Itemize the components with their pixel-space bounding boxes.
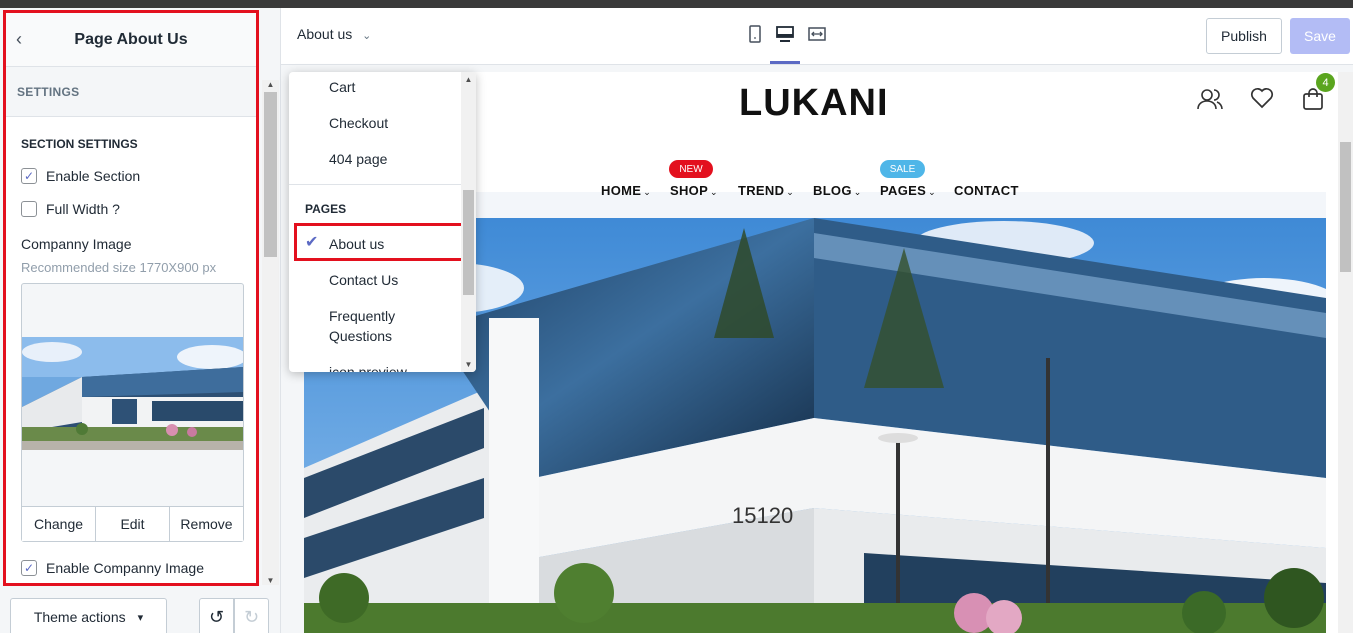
window-top-strip bbox=[0, 0, 1353, 8]
undo-icon: ↺ bbox=[208, 606, 225, 627]
enable-section-checkbox[interactable]: ✓ Enable Section bbox=[6, 168, 256, 184]
dropdown-item-checkout[interactable]: Checkout bbox=[329, 113, 454, 133]
nav-contact-label: CONTACT bbox=[954, 183, 1019, 198]
chevron-down-icon: ⌄ bbox=[928, 187, 936, 197]
dropdown-item-faq[interactable]: Frequently Questions bbox=[329, 306, 454, 346]
nav-home-label: HOME bbox=[601, 183, 642, 198]
caret-down-icon: ▾ bbox=[137, 611, 144, 624]
theme-actions-label: Theme actions bbox=[33, 609, 126, 625]
company-image-hint: Recommended size 1770X900 px bbox=[21, 260, 217, 275]
nav-shop[interactable]: SHOP ⌄ bbox=[670, 183, 718, 198]
scroll-down-icon[interactable]: ▼ bbox=[262, 576, 279, 585]
store-logo[interactable]: LUKANI bbox=[739, 82, 889, 125]
sidebar-scrollbar[interactable]: ▲ ▼ bbox=[262, 80, 279, 585]
image-actions: Change Edit Remove bbox=[22, 506, 243, 541]
redo-icon: ↻ bbox=[243, 606, 260, 627]
mobile-icon[interactable] bbox=[747, 25, 763, 48]
cart-bag-icon[interactable] bbox=[1302, 87, 1324, 117]
building-number-text: 15120 bbox=[732, 503, 793, 528]
edit-image-button[interactable]: Edit bbox=[96, 507, 170, 541]
enable-section-label: Enable Section bbox=[46, 168, 141, 184]
scroll-down-icon[interactable]: ▼ bbox=[461, 360, 476, 369]
sidebar-footer: Theme actions ▾ ↺ ↻ bbox=[0, 592, 281, 633]
company-image-label: Companny Image bbox=[21, 236, 132, 252]
nav-contact[interactable]: CONTACT bbox=[954, 183, 1019, 198]
chevron-down-icon: ⌄ bbox=[786, 187, 795, 197]
dropdown-scrollbar[interactable]: ▲ ▼ bbox=[461, 72, 476, 372]
scrollbar-thumb[interactable] bbox=[264, 92, 277, 257]
checkmark-icon: ✔ bbox=[305, 234, 319, 251]
change-image-button[interactable]: Change bbox=[22, 507, 96, 541]
settings-heading: SETTINGS bbox=[6, 67, 256, 117]
cart-count-badge: 4 bbox=[1316, 73, 1335, 92]
page-selector[interactable]: About us ⌄ bbox=[297, 26, 371, 42]
checkbox-checked-icon[interactable]: ✓ bbox=[21, 560, 37, 576]
theme-actions-button[interactable]: Theme actions ▾ bbox=[10, 598, 167, 633]
chevron-down-icon: ⌄ bbox=[853, 187, 862, 197]
company-image-thumbnail bbox=[22, 337, 243, 450]
editor-topbar: About us ⌄ Publish Save bbox=[281, 8, 1353, 65]
nav-pages-label: PAGES bbox=[880, 183, 927, 198]
chevron-down-icon: ⌄ bbox=[362, 30, 372, 42]
theme-editor-sidebar: ‹ Page About Us SETTINGS SECTION SETTING… bbox=[0, 8, 281, 633]
section-settings-heading: SECTION SETTINGS bbox=[21, 137, 138, 151]
nav-blog-label: BLOG bbox=[813, 183, 852, 198]
scrollbar-thumb[interactable] bbox=[1340, 142, 1351, 272]
page-selector-label: About us bbox=[297, 26, 353, 42]
page-selector-dropdown: Cart Checkout 404 page PAGES ✔ About us … bbox=[289, 72, 476, 372]
publish-button[interactable]: Publish bbox=[1206, 18, 1282, 54]
dropdown-item-cart[interactable]: Cart bbox=[329, 77, 454, 97]
fullwidth-icon[interactable] bbox=[808, 25, 826, 48]
sale-badge: SALE bbox=[880, 160, 925, 178]
nav-trend[interactable]: TREND ⌄ bbox=[738, 183, 794, 198]
chevron-down-icon: ⌄ bbox=[643, 187, 652, 197]
remove-image-button[interactable]: Remove bbox=[170, 507, 243, 541]
nav-blog[interactable]: BLOG ⌄ bbox=[813, 183, 862, 198]
dropdown-item-icon-preview[interactable]: icon preview bbox=[329, 362, 454, 372]
full-width-checkbox[interactable]: Full Width ? bbox=[6, 201, 256, 217]
checkbox-checked-icon[interactable]: ✓ bbox=[21, 168, 37, 184]
chevron-down-icon: ⌄ bbox=[710, 187, 718, 197]
dropdown-divider bbox=[289, 184, 461, 185]
dropdown-heading-pages: PAGES bbox=[305, 202, 347, 216]
back-arrow-icon[interactable]: ‹ bbox=[16, 29, 22, 50]
nav-trend-label: TREND bbox=[738, 183, 785, 198]
full-width-label: Full Width ? bbox=[46, 201, 120, 217]
nav-home[interactable]: HOME ⌄ bbox=[601, 183, 651, 198]
company-image-picker: Change Edit Remove bbox=[21, 283, 244, 542]
wishlist-heart-icon[interactable] bbox=[1250, 87, 1274, 115]
preview-scrollbar[interactable] bbox=[1338, 72, 1353, 633]
active-device-indicator bbox=[770, 61, 800, 64]
section-settings-panel: ‹ Page About Us SETTINGS SECTION SETTING… bbox=[3, 10, 259, 586]
undo-button[interactable]: ↺ bbox=[199, 598, 234, 633]
nav-pages[interactable]: PAGES ⌄ bbox=[880, 183, 936, 198]
account-icon[interactable] bbox=[1197, 87, 1223, 117]
enable-company-image-label: Enable Companny Image bbox=[46, 560, 204, 576]
nav-shop-label: SHOP bbox=[670, 183, 709, 198]
panel-header: ‹ Page About Us bbox=[6, 13, 256, 67]
scroll-up-icon[interactable]: ▲ bbox=[262, 80, 279, 89]
scroll-up-icon[interactable]: ▲ bbox=[461, 75, 476, 84]
dropdown-item-404[interactable]: 404 page bbox=[329, 149, 454, 169]
scrollbar-thumb[interactable] bbox=[463, 190, 474, 295]
checkbox-unchecked-icon[interactable] bbox=[21, 201, 37, 217]
enable-company-image-checkbox[interactable]: ✓ Enable Companny Image bbox=[6, 560, 256, 576]
save-button[interactable]: Save bbox=[1290, 18, 1350, 54]
dropdown-item-contact-us[interactable]: Contact Us bbox=[329, 270, 454, 290]
panel-title: Page About Us bbox=[74, 30, 188, 48]
dropdown-item-about-us[interactable]: About us bbox=[329, 234, 454, 254]
redo-button[interactable]: ↻ bbox=[234, 598, 269, 633]
desktop-icon[interactable] bbox=[776, 25, 794, 48]
new-badge: NEW bbox=[669, 160, 713, 178]
